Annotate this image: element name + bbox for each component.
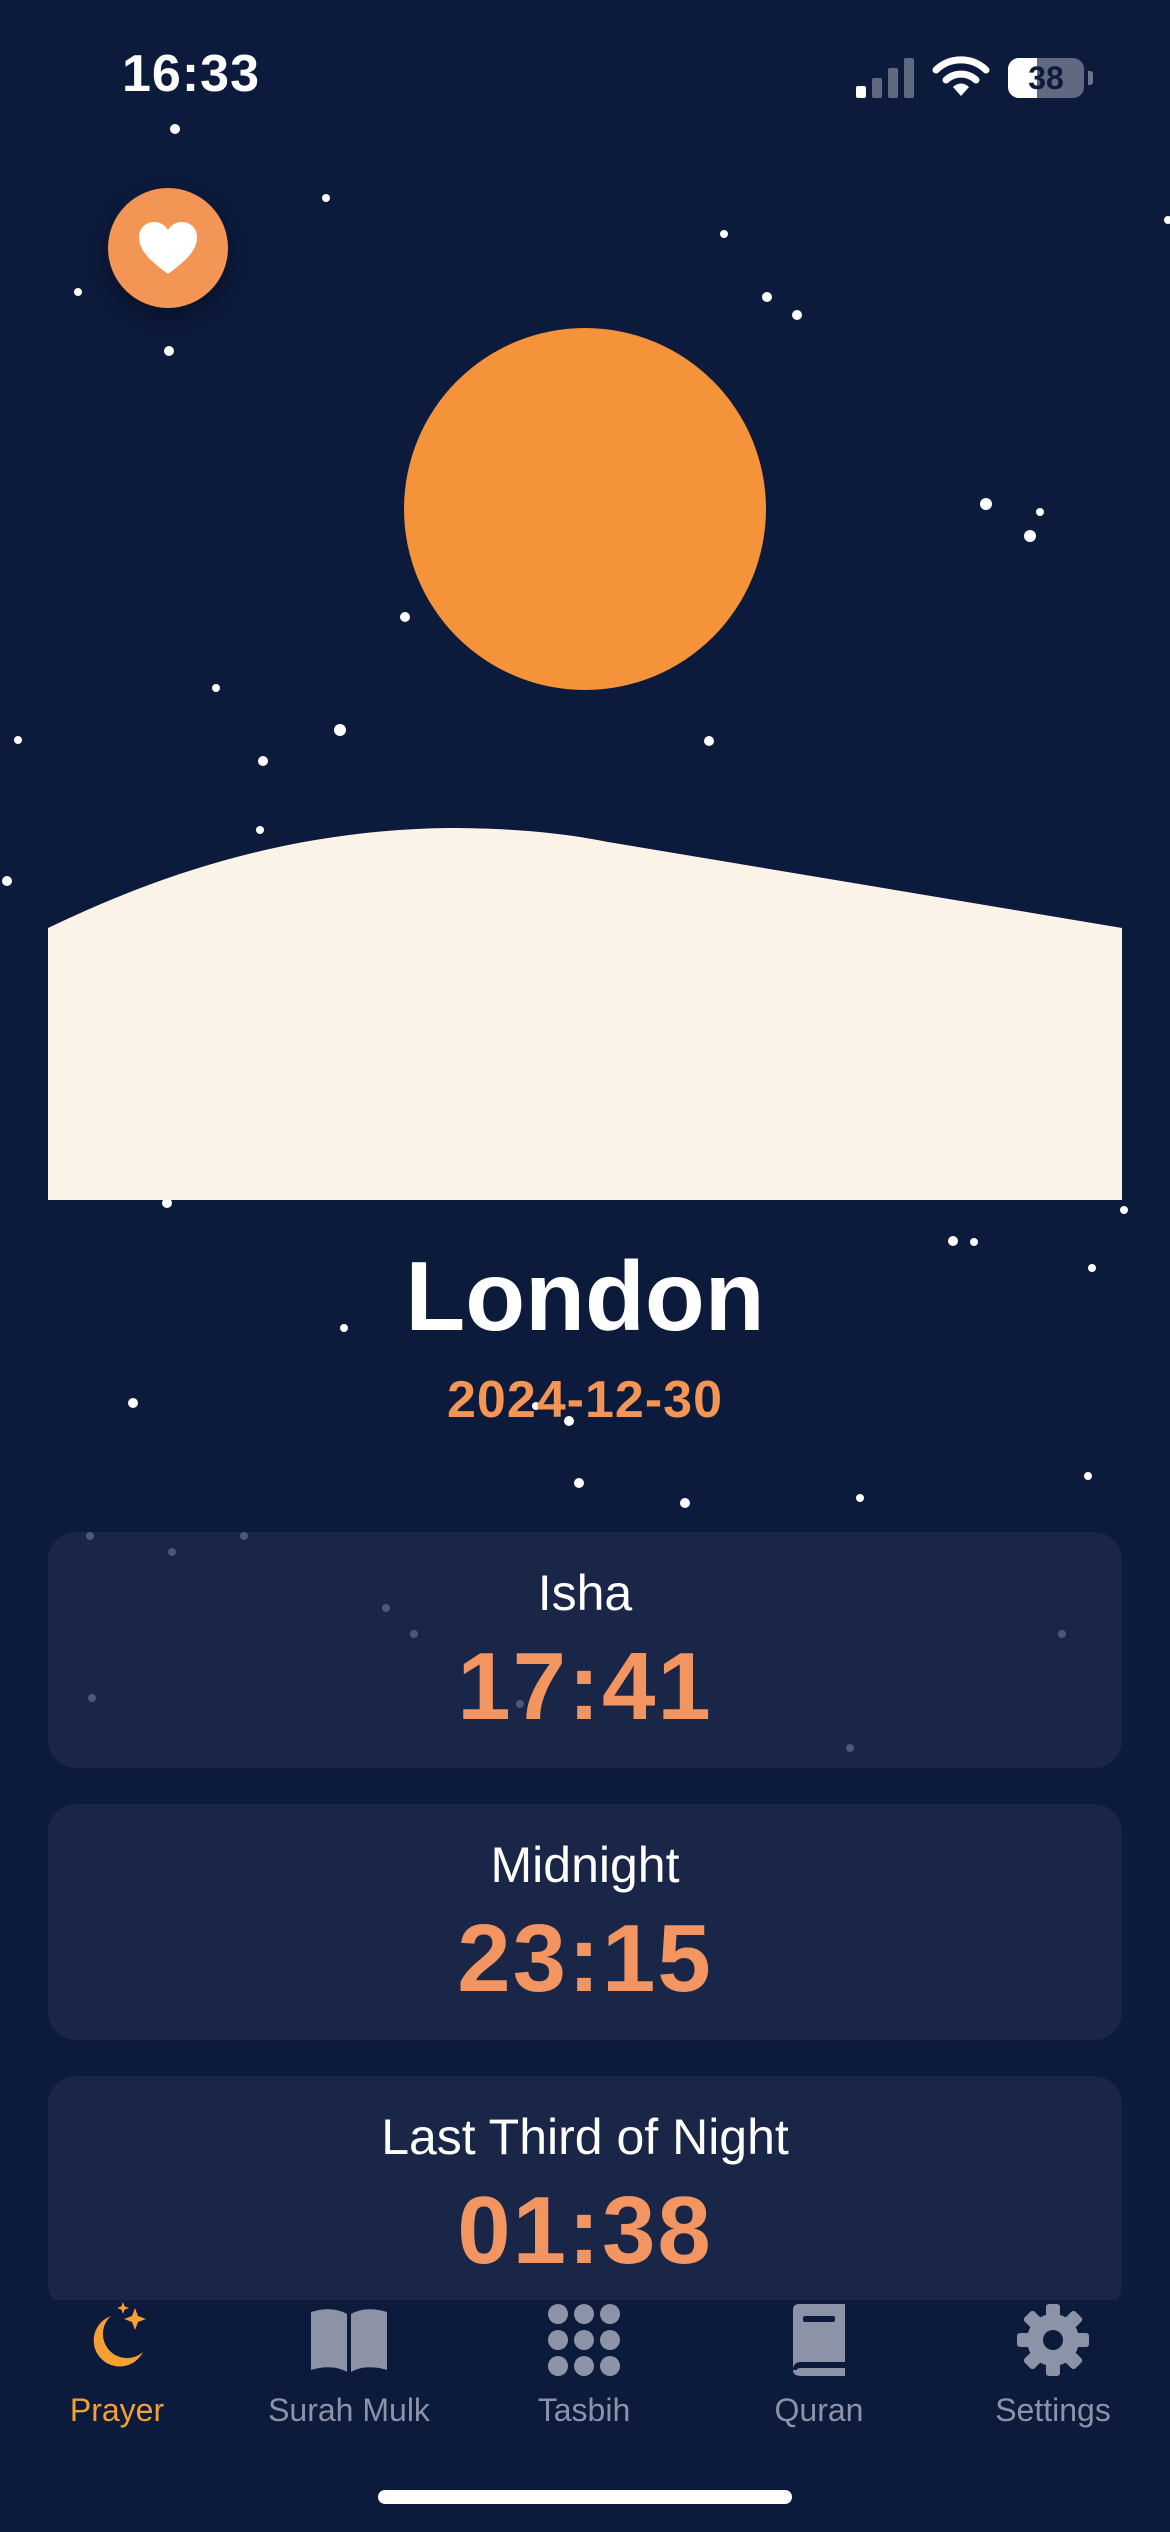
- prayer-time: 17:41: [457, 1633, 713, 1740]
- tab-prayer[interactable]: Prayer: [0, 2300, 234, 2440]
- hill-illustration: [48, 828, 1122, 1200]
- prayer-name: Last Third of Night: [381, 2109, 789, 2165]
- tab-settings[interactable]: Settings: [936, 2300, 1170, 2440]
- star: [2, 876, 12, 886]
- favorite-button[interactable]: [108, 188, 228, 308]
- heart-icon: [139, 222, 197, 274]
- star: [792, 310, 802, 320]
- prayer-card-last-third-of-night: Last Third of Night 01:38: [48, 2076, 1122, 2312]
- prayer-time: 01:38: [457, 2177, 713, 2284]
- moon-stars-icon: [93, 2302, 146, 2367]
- tab-label: Settings: [995, 2392, 1111, 2428]
- tab-label: Tasbih: [537, 2392, 631, 2428]
- star: [164, 346, 174, 356]
- signal-icon: [856, 58, 914, 98]
- prayer-time: 23:15: [457, 1905, 713, 2012]
- city-name: London: [405, 1241, 765, 1351]
- tab-tasbih[interactable]: Tasbih: [467, 2300, 701, 2440]
- tab-label: Prayer: [69, 2392, 165, 2428]
- star: [334, 724, 346, 736]
- tab-surah-mulk[interactable]: Surah Mulk: [232, 2300, 466, 2440]
- star: [74, 288, 82, 296]
- star: [762, 292, 772, 302]
- star: [14, 736, 22, 744]
- star: [856, 1494, 864, 1502]
- star: [322, 194, 330, 202]
- battery-level: 38: [1028, 60, 1064, 96]
- prayer-card-midnight: Midnight 23:15: [48, 1804, 1122, 2040]
- star: [680, 1498, 690, 1508]
- open-book-icon: [311, 2309, 387, 2372]
- current-date: 2024-12-30: [447, 1371, 723, 1429]
- star: [1084, 1472, 1092, 1480]
- star: [258, 756, 268, 766]
- battery-icon: 38: [1008, 58, 1094, 98]
- star: [720, 230, 728, 238]
- star: [1120, 1206, 1128, 1214]
- star: [212, 684, 220, 692]
- star: [1164, 216, 1170, 224]
- prayer-card-isha: Isha 17:41: [48, 1532, 1122, 1768]
- star: [1024, 530, 1036, 542]
- tab-quran[interactable]: Quran: [702, 2300, 936, 2440]
- star: [170, 124, 180, 134]
- sun-illustration: [404, 328, 766, 690]
- star: [704, 736, 714, 746]
- home-indicator: [378, 2490, 792, 2504]
- gear-icon: [1017, 2304, 1089, 2376]
- prayer-name: Midnight: [490, 1837, 680, 1893]
- status-time: 16:33: [122, 45, 260, 103]
- star: [980, 498, 992, 510]
- tab-label: Surah Mulk: [268, 2392, 430, 2428]
- star: [400, 612, 410, 622]
- book-icon: [793, 2304, 845, 2376]
- star: [574, 1478, 584, 1488]
- tab-label: Quran: [774, 2392, 864, 2428]
- wifi-icon: [932, 56, 990, 96]
- prayer-name: Isha: [537, 1565, 633, 1621]
- grid-dots-icon: [548, 2304, 620, 2376]
- star: [1036, 508, 1044, 516]
